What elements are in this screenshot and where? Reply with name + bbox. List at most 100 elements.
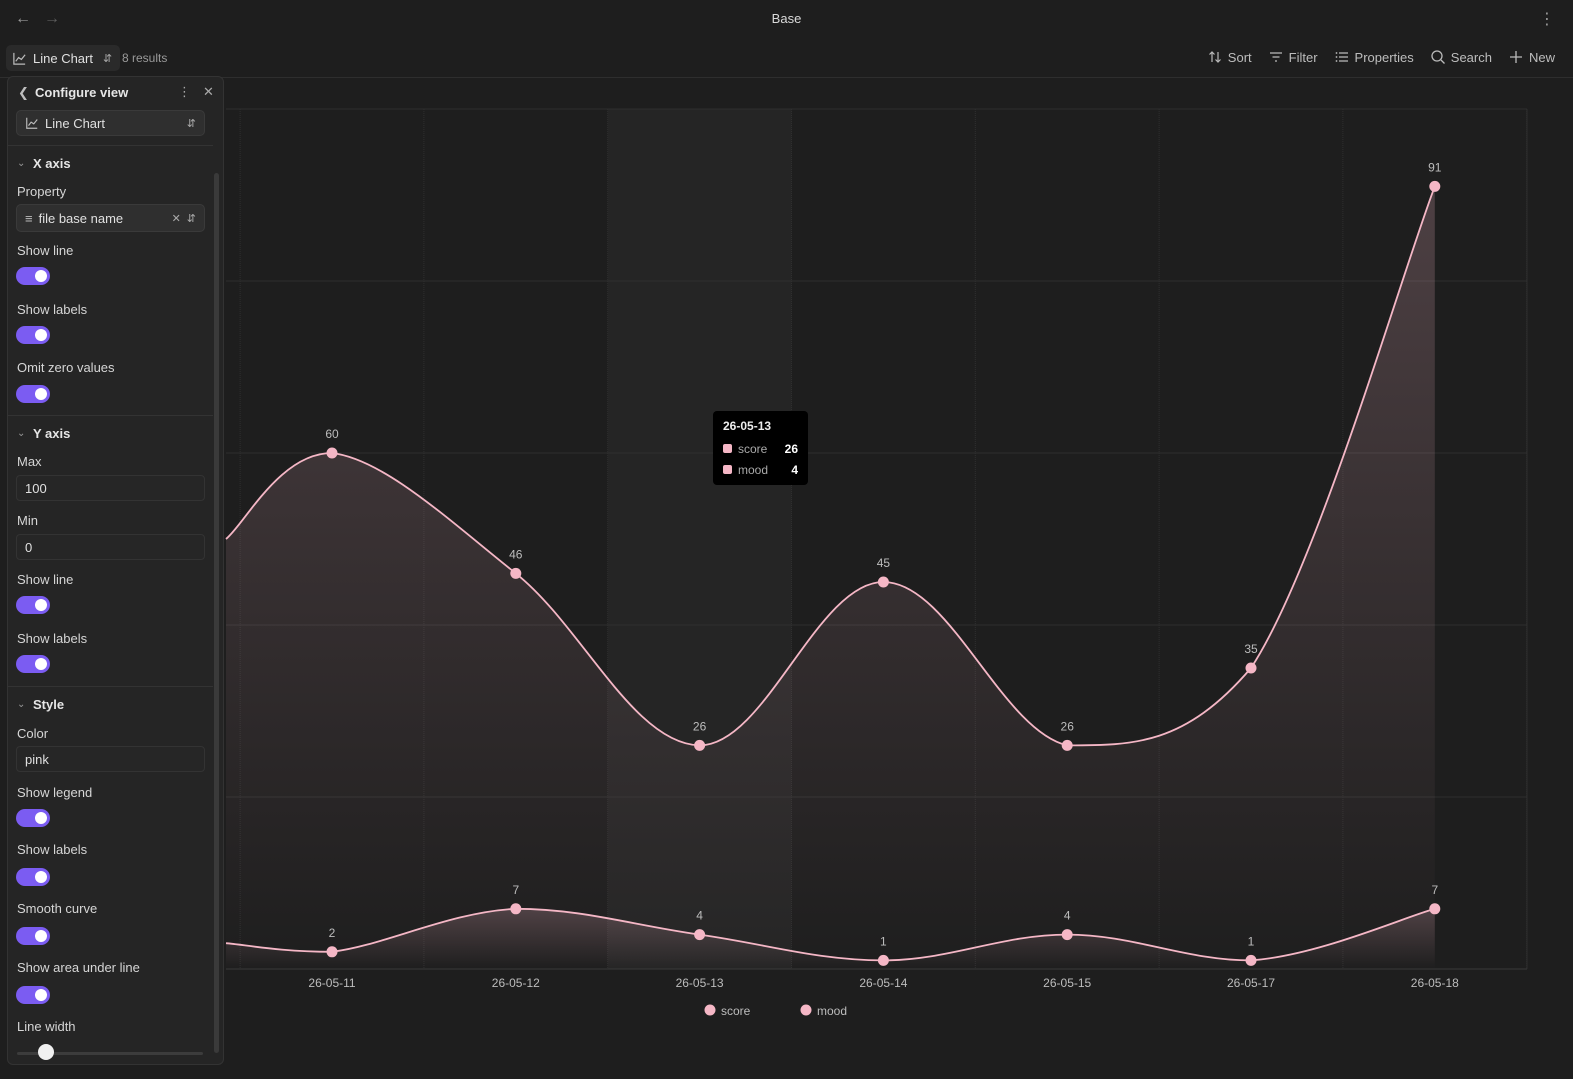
omit-zero-toggle[interactable] — [16, 385, 50, 403]
line-width-label: Line width — [17, 1019, 76, 1034]
property-select-value: file base name — [38, 210, 124, 226]
style-show-labels-label: Show labels — [17, 842, 88, 857]
text-lines-icon: ≡ — [25, 210, 33, 226]
score-area — [226, 186, 1435, 969]
x-show-labels-toggle[interactable] — [16, 326, 50, 344]
close-icon[interactable]: ✕ — [203, 84, 214, 100]
x-tick-label: 26-05-17 — [1227, 976, 1275, 990]
tooltip-series-value: 26 — [784, 441, 798, 456]
chart-type-value: Line Chart — [45, 115, 105, 131]
y-axis-header-label: Y axis — [33, 425, 71, 441]
x-show-line-label: Show line — [17, 243, 74, 258]
score-data-label: 60 — [325, 427, 339, 441]
tooltip-series-name: mood — [738, 462, 769, 477]
panel-more-icon[interactable]: ⋮ — [178, 84, 191, 100]
mood-data-label: 1 — [1248, 934, 1255, 948]
divider — [8, 686, 213, 687]
smooth-curve-label: Smooth curve — [17, 901, 98, 916]
x-tick-label: 26-05-18 — [1411, 976, 1459, 990]
x-show-labels-label: Show labels — [17, 302, 88, 317]
tooltip-row: score 26 — [723, 438, 798, 459]
color-label: Color — [17, 726, 49, 741]
tooltip-row: mood 4 — [723, 459, 798, 480]
y-show-labels-label: Show labels — [17, 631, 88, 646]
tooltip-title: 26-05-13 — [723, 419, 772, 433]
score-point — [1245, 662, 1257, 674]
property-label: Property — [17, 184, 67, 199]
chart-legend: score mood — [704, 1004, 847, 1018]
back-chevron-icon[interactable]: ❮ — [18, 85, 29, 101]
omit-zero-label: Omit zero values — [17, 360, 115, 375]
show-legend-label: Show legend — [17, 785, 93, 800]
mood-data-label: 4 — [696, 909, 703, 923]
configure-view-panel: ❮ Configure view ⋮ ✕ Line Chart ⇵ ⌄ X ax… — [7, 76, 224, 1065]
x-tick-label: 26-05-13 — [676, 976, 724, 990]
panel-header: ❮ Configure view ⋮ ✕ — [8, 77, 223, 109]
chart-type-select[interactable]: Line Chart ⇵ — [16, 110, 205, 136]
show-legend-toggle[interactable] — [16, 809, 50, 827]
chevron-down-icon: ⌄ — [17, 157, 26, 169]
max-input[interactable] — [16, 475, 205, 501]
divider — [8, 145, 213, 146]
smooth-curve-toggle[interactable] — [16, 927, 50, 945]
chevron-updown-icon: ⇵ — [186, 117, 196, 130]
score-point — [694, 739, 706, 751]
x-tick-label: 26-05-15 — [1043, 976, 1091, 990]
mood-point — [326, 946, 338, 958]
x-tick-label: 26-05-11 — [308, 976, 355, 990]
line-chart[interactable]: 60 46 26 45 26 35 91 2 7 4 1 4 1 7 26-05-11 26-05-12 26-… — [0, 0, 1573, 1079]
legend-swatch — [800, 1004, 812, 1016]
score-data-label: 26 — [693, 719, 707, 733]
score-point — [1429, 180, 1441, 192]
style-show-labels-toggle[interactable] — [16, 868, 50, 886]
x-tick-label: 26-05-14 — [859, 976, 907, 990]
color-input[interactable] — [16, 746, 205, 772]
y-show-line-label: Show line — [17, 572, 74, 587]
legend-swatch — [704, 1004, 716, 1016]
score-data-label: 45 — [877, 556, 891, 570]
tooltip-swatch — [723, 444, 732, 453]
min-input[interactable] — [16, 534, 205, 560]
mood-point — [1245, 954, 1257, 966]
tooltip-swatch — [723, 465, 732, 474]
mood-data-label: 2 — [329, 926, 336, 940]
x-tick-label: 26-05-12 — [492, 976, 540, 990]
mood-point — [510, 903, 522, 915]
y-show-line-toggle[interactable] — [16, 596, 50, 614]
line-chart-icon — [26, 117, 38, 129]
score-point — [326, 447, 338, 459]
max-label: Max — [17, 454, 42, 469]
line-width-slider-thumb[interactable] — [37, 1044, 54, 1060]
mood-point — [1061, 929, 1073, 941]
y-axis-section-header[interactable]: ⌄ Y axis — [8, 419, 213, 447]
chevron-updown-icon: ⇵ — [186, 212, 196, 225]
show-area-toggle[interactable] — [16, 986, 50, 1004]
show-area-label: Show area under line — [17, 960, 140, 975]
panel-title: Configure view — [35, 85, 129, 100]
panel-scrollbar[interactable] — [214, 173, 219, 1053]
x-axis-section-header[interactable]: ⌄ X axis — [8, 149, 213, 177]
score-data-label: 91 — [1428, 160, 1442, 174]
min-label: Min — [17, 513, 38, 528]
legend-label: score — [721, 1004, 751, 1018]
mood-point — [1429, 903, 1441, 915]
score-data-label: 46 — [509, 547, 523, 561]
score-data-label: 26 — [1061, 719, 1075, 733]
chart-tooltip: 26-05-13 score 26 mood 4 — [713, 411, 808, 485]
tooltip-series-name: score — [738, 441, 768, 456]
style-header-label: Style — [33, 696, 65, 712]
score-point — [510, 567, 522, 579]
property-select[interactable]: ≡ file base name ✕ ⇵ — [16, 204, 205, 232]
mood-data-label: 4 — [1064, 909, 1071, 923]
mood-data-label: 1 — [880, 934, 887, 948]
mood-data-label: 7 — [1431, 883, 1438, 897]
mood-data-label: 7 — [512, 883, 519, 897]
score-point — [877, 576, 889, 588]
x-show-line-toggle[interactable] — [16, 267, 50, 285]
style-section-header[interactable]: ⌄ Style — [8, 690, 213, 718]
chart-areas — [226, 186, 1435, 969]
chevron-down-icon: ⌄ — [17, 427, 26, 439]
clear-icon[interactable]: ✕ — [172, 212, 181, 225]
score-point — [1061, 739, 1073, 751]
y-show-labels-toggle[interactable] — [16, 655, 50, 673]
